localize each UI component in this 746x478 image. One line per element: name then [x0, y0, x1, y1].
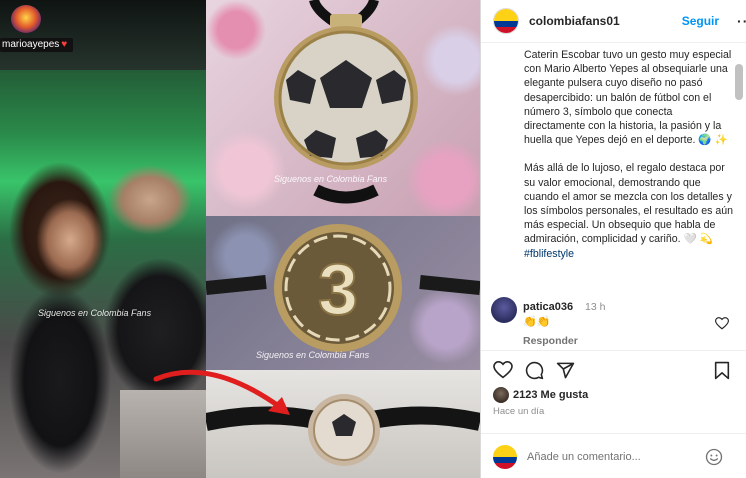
watermark-3: Siguenos en Colombia Fans	[38, 308, 152, 318]
save-bookmark-icon[interactable]	[714, 361, 730, 380]
post-header: colombiafans01 Seguir ···	[481, 0, 746, 43]
comment-username[interactable]: patica036	[523, 301, 573, 313]
watermark-2: Siguenos en Colombia Fans	[256, 350, 370, 360]
ball-charm-illustration: Siguenos en Colombia Fans	[274, 0, 418, 204]
likes-count[interactable]: 2123 Me gusta	[513, 389, 588, 401]
liker-avatar	[493, 387, 509, 403]
likes-row[interactable]: 2123 Me gusta	[493, 387, 588, 403]
caption-paragraph-1: Caterin Escobar tuvo un gesto muy especi…	[524, 49, 732, 147]
comment-input[interactable]	[527, 450, 697, 463]
comment-text: 👏👏	[523, 316, 551, 328]
number-three-charm-illustration: 3 Siguenos en Colombia Fans	[206, 224, 480, 360]
post-side-panel: colombiafans01 Seguir ··· Caterin Escoba…	[480, 0, 746, 478]
profile-avatar[interactable]	[493, 8, 519, 34]
add-comment-bar	[481, 433, 746, 478]
post-caption: Caterin Escobar tuvo un gesto muy especi…	[524, 48, 734, 275]
post-media[interactable]: marioayepes♥ Siguenos en Colombia Fans	[0, 0, 480, 478]
red-arrow-icon	[153, 369, 290, 415]
colombia-fans-logo	[11, 5, 41, 33]
post-actions: 2123 Me gusta Hace un día	[481, 350, 746, 478]
comment-item: patica036 13 h 👏👏 Responder	[491, 297, 741, 347]
more-options-button[interactable]: ···	[737, 13, 746, 29]
post-timestamp: Hace un día	[493, 406, 545, 417]
user-tag-label: marioayepes	[2, 39, 60, 50]
scrollbar-thumb[interactable]	[735, 64, 743, 100]
comment-bubble-icon[interactable]	[525, 361, 544, 380]
hashtag-link[interactable]: #fblifestyle	[524, 248, 574, 260]
caption-paragraph-2-text: Más allá de lo lujoso, el regalo destaca…	[524, 162, 734, 246]
commenter-avatar[interactable]	[491, 297, 517, 323]
svg-text:3: 3	[318, 250, 358, 330]
comments-scroll-area[interactable]: Caterin Escobar tuvo un gesto muy especi…	[481, 43, 746, 349]
current-user-avatar	[493, 444, 517, 469]
watermark-1: Siguenos en Colombia Fans	[274, 174, 388, 184]
number-three-charm-photo: 3 Siguenos en Colombia Fans	[206, 216, 480, 370]
ball-charm-photo: Siguenos en Colombia Fans	[206, 0, 480, 216]
heart-emoji-icon: ♥	[61, 39, 68, 50]
like-heart-icon[interactable]	[493, 361, 513, 379]
header-username[interactable]: colombiafans01	[529, 14, 620, 28]
user-tag[interactable]: marioayepes ♥	[0, 38, 74, 52]
comment-time: 13 h	[585, 301, 606, 313]
share-send-icon[interactable]	[556, 361, 575, 380]
follow-button[interactable]: Seguir	[682, 14, 719, 28]
emoji-picker-icon[interactable]	[705, 448, 723, 466]
instagram-post: marioayepes♥ Siguenos en Colombia Fans	[0, 0, 746, 478]
reply-button[interactable]: Responder	[523, 335, 578, 347]
caption-paragraph-2: Más allá de lo lujoso, el regalo destaca…	[524, 161, 734, 260]
comment-like-heart-icon[interactable]	[715, 317, 729, 330]
